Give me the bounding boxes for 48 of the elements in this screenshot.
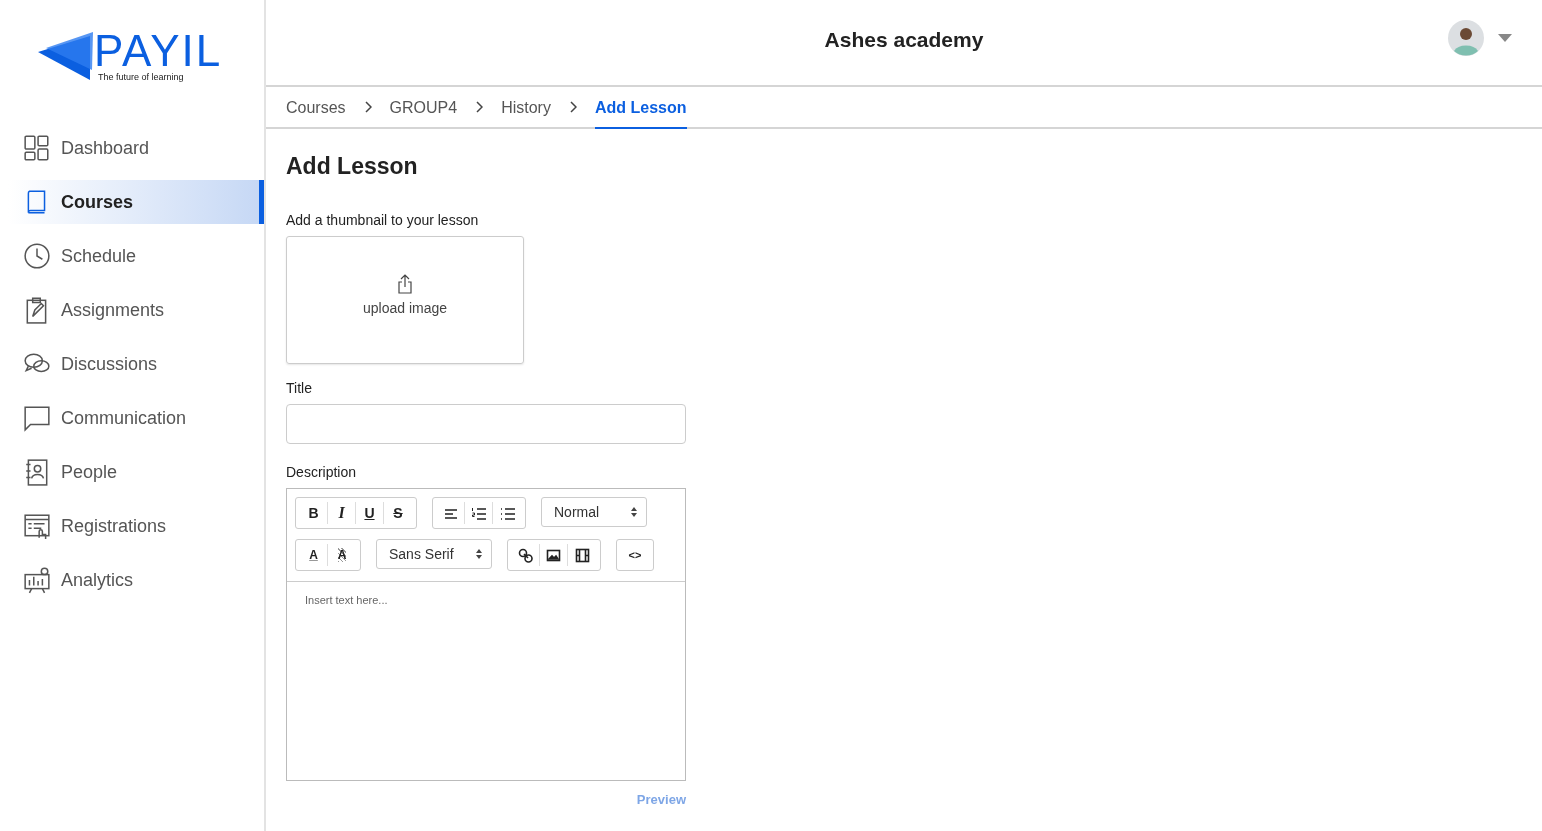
- upload-image-area[interactable]: upload image: [286, 236, 524, 364]
- sidebar-item[interactable]: Registrations: [8, 504, 264, 548]
- breadcrumb-link[interactable]: Add Lesson: [594, 87, 687, 129]
- sidebar-item[interactable]: Assignments: [8, 288, 264, 332]
- dropdown-caret-icon[interactable]: [1498, 34, 1512, 42]
- sidebar-item[interactable]: Dashboard: [8, 126, 264, 170]
- upload-icon: [396, 274, 414, 294]
- ordered-list-icon: [471, 505, 486, 521]
- chat-icon: [23, 404, 51, 432]
- link-icon: [518, 547, 533, 563]
- clock-icon: [23, 242, 51, 270]
- format-dropdown[interactable]: Sans Serif: [376, 539, 492, 569]
- highlight-button[interactable]: A: [328, 544, 356, 566]
- strike-button[interactable]: S: [384, 502, 412, 524]
- video-icon: [574, 547, 590, 563]
- updown-caret-icon: [630, 506, 638, 518]
- thumbnail-label: Add a thumbnail to your lesson: [286, 212, 480, 228]
- chevron-right-icon: [475, 101, 484, 114]
- breadcrumb-link[interactable]: GROUP4: [389, 87, 458, 129]
- logo-text: PAYIL: [94, 30, 223, 72]
- format-dropdown[interactable]: Normal: [541, 497, 647, 527]
- academy-title: Ashes academy: [824, 27, 984, 52]
- italic-button[interactable]: I: [328, 502, 356, 524]
- dashboard-icon: [23, 134, 51, 162]
- text-color-button[interactable]: A: [300, 544, 328, 566]
- underline-button[interactable]: U: [356, 502, 384, 524]
- sidebar-item[interactable]: Analytics: [8, 558, 264, 602]
- logo-tagline: The future of learning: [98, 72, 185, 83]
- editor-text-area[interactable]: Insert text here...: [287, 582, 685, 780]
- page-heading: Add Lesson: [286, 153, 419, 180]
- chevron-right-icon: [568, 101, 577, 114]
- description-label: Description: [286, 464, 358, 480]
- title-label: Title: [286, 380, 313, 396]
- updown-caret-icon: [475, 548, 483, 560]
- breadcrumb-link[interactable]: History: [501, 87, 551, 129]
- sidebar-item[interactable]: People: [8, 450, 264, 494]
- chevron-right-icon: [363, 101, 372, 114]
- breadcrumb-link[interactable]: Courses: [286, 87, 346, 129]
- sidebar-item[interactable]: Discussions: [8, 342, 264, 386]
- sidebar-item[interactable]: Schedule: [8, 234, 264, 278]
- chart-icon: [23, 566, 51, 594]
- title-input-field[interactable]: [286, 404, 686, 444]
- sidebar-item[interactable]: Communication: [8, 396, 264, 440]
- image-icon: [546, 547, 561, 563]
- bullet-list-icon: [499, 505, 515, 521]
- form-icon: [23, 512, 51, 540]
- avatar[interactable]: [1448, 20, 1484, 56]
- bold-button[interactable]: B: [300, 502, 328, 524]
